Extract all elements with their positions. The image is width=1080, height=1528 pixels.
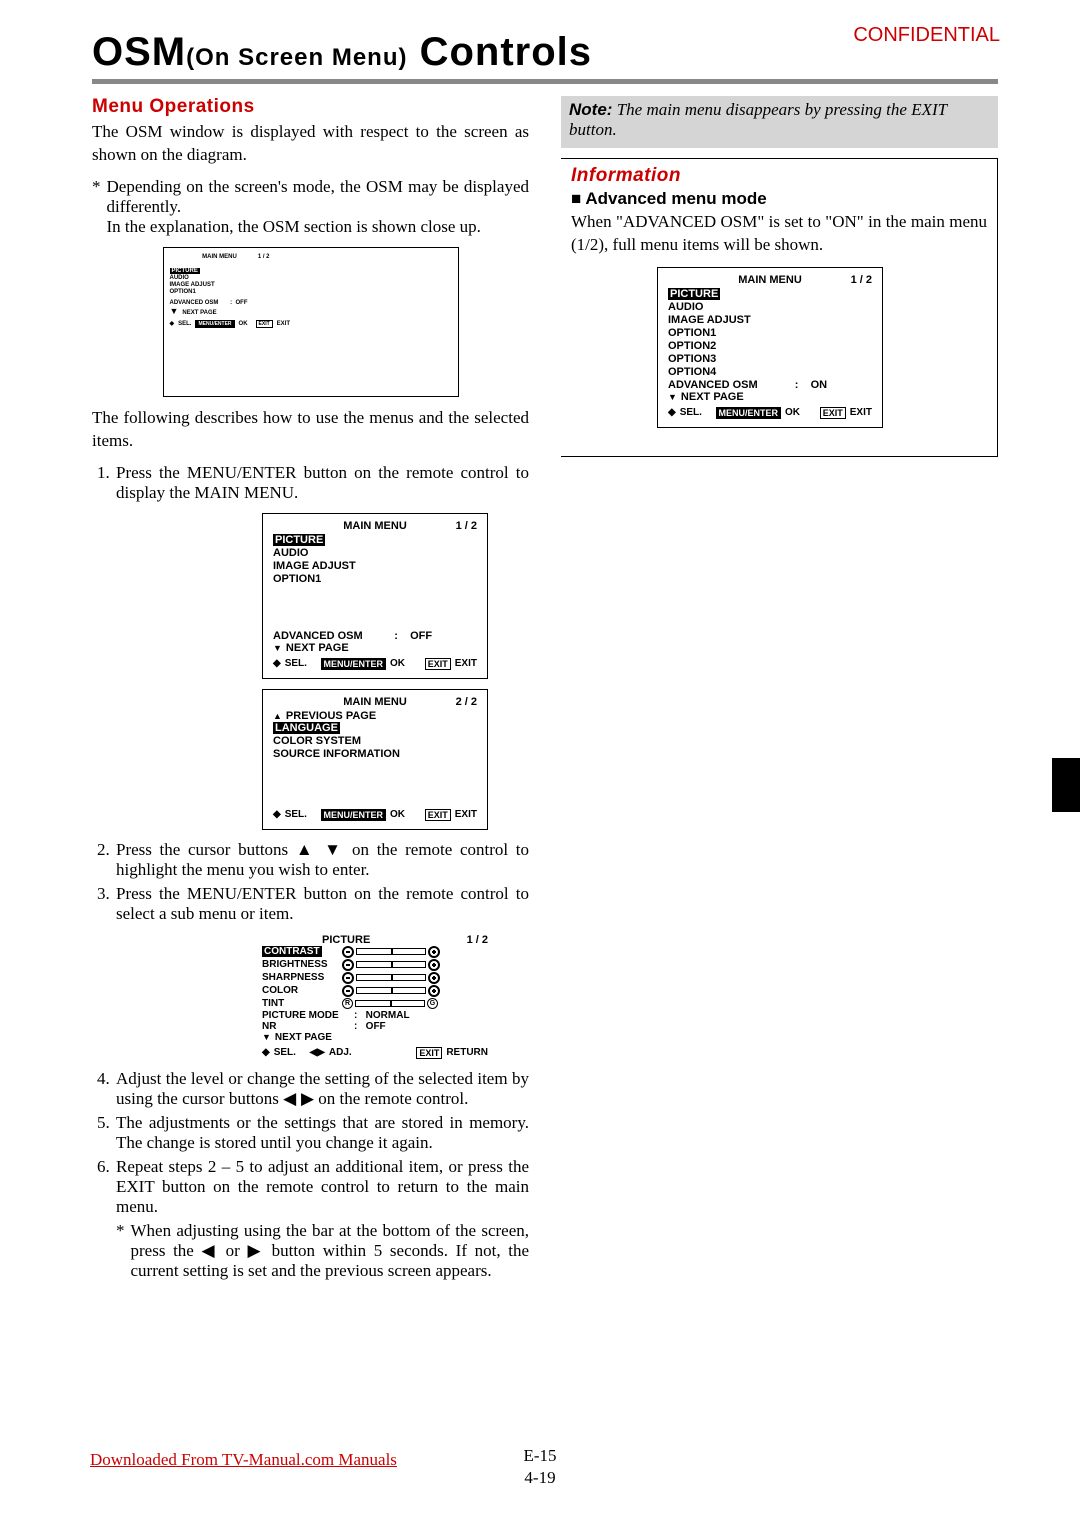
- intro2-text: The following describes how to use the m…: [92, 407, 529, 453]
- step-1: Press the MENU/ENTER button on the remot…: [114, 463, 529, 503]
- step-6: Repeat steps 2 – 5 to adjust an addition…: [114, 1157, 529, 1281]
- star-note2: In the explanation, the OSM section is s…: [107, 217, 530, 237]
- osd-main-menu-2: MAIN MENU2 / 2 PREVIOUS PAGE LANGUAGE CO…: [262, 689, 488, 830]
- osd-picture-menu: PICTURE1 / 2 CONTRAST BRIGHTNESS SHARPNE…: [262, 934, 488, 1059]
- step-2: Press the cursor buttons ▲ ▼ on the remo…: [114, 840, 529, 880]
- minus-icon: [342, 946, 354, 958]
- osm-preview-frame: MAIN MENU1 / 2 PICTURE AUDIO IMAGE ADJUS…: [163, 247, 459, 397]
- star-note: Depending on the screen's mode, the OSM …: [107, 177, 530, 217]
- osd-tiny: MAIN MENU1 / 2 PICTURE AUDIO IMAGE ADJUS…: [170, 254, 270, 328]
- menu-operations-heading: Menu Operations: [92, 96, 529, 118]
- step-3: Press the MENU/ENTER button on the remot…: [114, 884, 529, 924]
- confidential-label: CONFIDENTIAL: [853, 24, 1000, 47]
- slider-bar: [356, 948, 426, 955]
- download-link[interactable]: Downloaded From TV-Manual.com Manuals: [90, 1450, 397, 1470]
- information-box: Information ■ Advanced menu mode When "A…: [561, 158, 998, 457]
- plus-icon: [428, 946, 440, 958]
- page-number-main: 4-19: [0, 1468, 1080, 1488]
- page-tab: [1052, 758, 1080, 812]
- step-5: The adjustments or the settings that are…: [114, 1113, 529, 1153]
- steps-list: Press the MENU/ENTER button on the remot…: [92, 463, 529, 503]
- title-controls: Controls: [407, 30, 592, 74]
- title-paren: (On Screen Menu): [186, 44, 407, 71]
- osd-advanced-menu: MAIN MENU1 / 2 PICTURE AUDIO IMAGE ADJUS…: [657, 267, 883, 428]
- title-osm: OSM: [92, 30, 186, 74]
- title-rule: [92, 79, 998, 84]
- osd-main-menu-1: MAIN MENU1 / 2 PICTURE AUDIO IMAGE ADJUS…: [262, 513, 488, 679]
- note-box: Note: The main menu disappears by pressi…: [561, 96, 998, 148]
- step-4: Adjust the level or change the setting o…: [114, 1069, 529, 1109]
- intro-text: The OSM window is displayed with respect…: [92, 121, 529, 167]
